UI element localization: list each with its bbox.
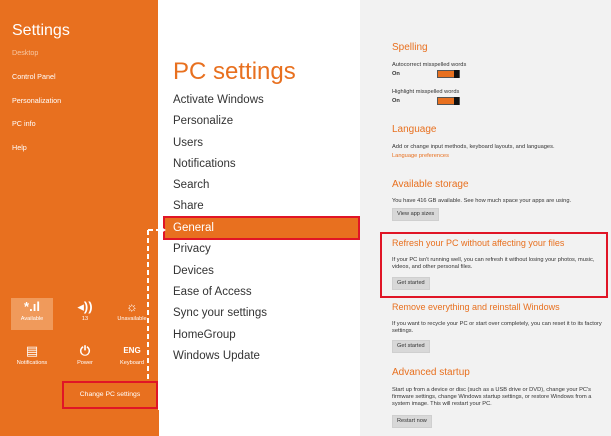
language-heading: Language bbox=[392, 124, 437, 135]
toggle-knob bbox=[454, 97, 459, 105]
autocorrect-label: Autocorrect misspelled words bbox=[392, 62, 467, 68]
reset-desc: If you want to recycle your PC or start … bbox=[392, 321, 602, 334]
highlight-value: On bbox=[392, 98, 400, 104]
refresh-get-started-button[interactable]: Get started bbox=[392, 277, 430, 290]
autocorrect-toggle[interactable] bbox=[437, 70, 460, 78]
highlight-toggle[interactable] bbox=[437, 97, 460, 105]
spelling-heading: Spelling bbox=[392, 42, 428, 53]
language-desc: Add or change input methods, keyboard la… bbox=[392, 144, 555, 150]
refresh-heading: Refresh your PC without affecting your f… bbox=[392, 238, 565, 248]
view-app-sizes-button[interactable]: View app sizes bbox=[392, 208, 440, 221]
advanced-startup-heading: Advanced startup bbox=[392, 367, 470, 378]
restart-now-button[interactable]: Restart now bbox=[392, 415, 432, 428]
autocorrect-value: On bbox=[392, 71, 400, 77]
advanced-startup-desc: Start up from a device or disc (such as … bbox=[392, 387, 592, 407]
reset-get-started-button[interactable]: Get started bbox=[392, 340, 430, 353]
refresh-desc: If your PC isn't running well, you can r… bbox=[392, 257, 595, 270]
language-preferences-link[interactable]: Language preferences bbox=[392, 153, 449, 159]
toggle-knob bbox=[454, 70, 459, 78]
storage-desc: You have 416 GB available. See how much … bbox=[392, 198, 572, 204]
reset-heading: Remove everything and reinstall Windows bbox=[392, 302, 560, 312]
storage-heading: Available storage bbox=[392, 179, 469, 190]
highlight-label: Highlight misspelled words bbox=[392, 89, 460, 95]
